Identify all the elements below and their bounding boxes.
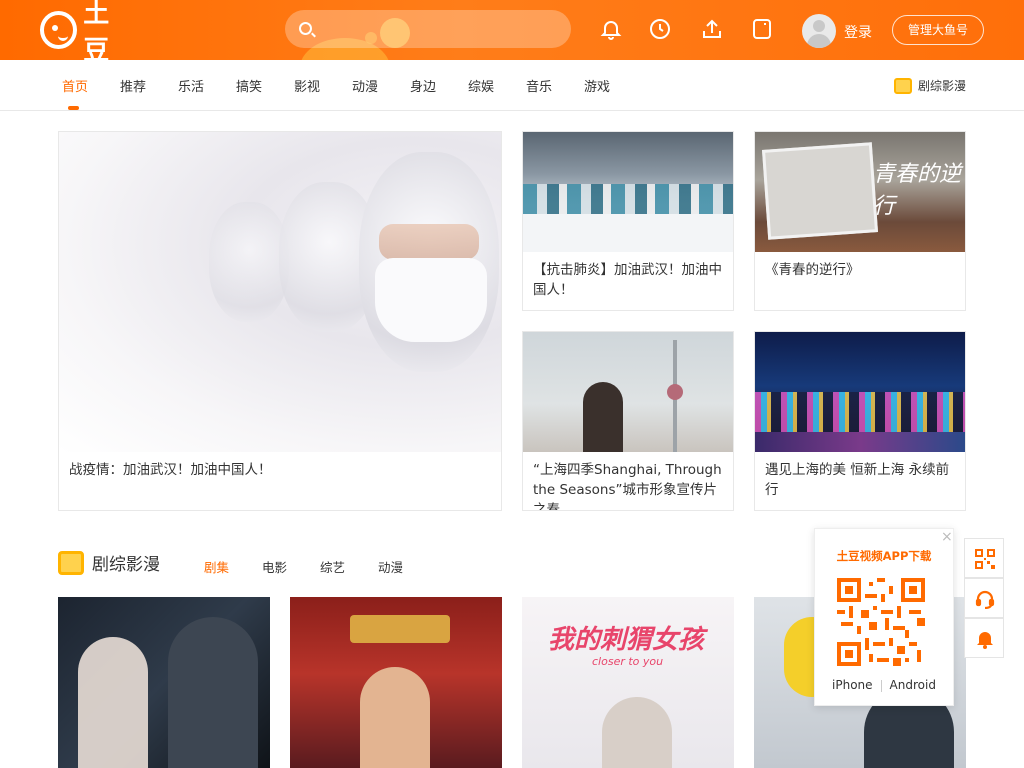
title-art: 青春的逆行 — [873, 162, 962, 219]
nav-item-recommend[interactable]: 推荐 — [120, 76, 146, 95]
nav-item-anime[interactable]: 动漫 — [352, 76, 378, 95]
river-shape — [755, 432, 965, 452]
history-icon[interactable] — [648, 17, 672, 41]
tab-movies[interactable]: 电影 — [262, 557, 287, 576]
nav-item-music[interactable]: 音乐 — [526, 76, 552, 95]
nav-item-nearby[interactable]: 身边 — [410, 76, 436, 95]
hero-caption[interactable]: 战疫情：加油武汉！加油中国人！ — [69, 460, 491, 480]
search-box[interactable] — [285, 10, 571, 48]
login-link[interactable]: 登录 — [844, 22, 872, 42]
qr-code-icon — [837, 577, 925, 667]
tab-anime[interactable]: 动漫 — [378, 557, 403, 576]
skyline-lights-shape — [755, 392, 965, 432]
manage-dayu-button[interactable]: 管理大鱼号 — [892, 15, 984, 45]
platform-links: iPhone Android — [815, 678, 953, 692]
medical-staff-shape — [523, 184, 733, 214]
section-title[interactable]: 剧综影漫 — [58, 550, 160, 575]
nav-item-funny[interactable]: 搞笑 — [236, 76, 262, 95]
qr-code-icon — [975, 549, 995, 569]
figure-shape — [209, 202, 289, 322]
iphone-link[interactable]: iPhone — [832, 678, 873, 692]
video-thumbnail[interactable]: 青春的逆行 — [755, 132, 965, 252]
bell-icon[interactable] — [599, 17, 623, 41]
search-input[interactable] — [321, 10, 561, 48]
app-icon[interactable] — [750, 17, 774, 41]
actress-shape — [78, 637, 148, 768]
app-download-popup: × 土豆视频APP下载 iPhone Android — [814, 528, 954, 706]
tab-variety[interactable]: 综艺 — [320, 557, 345, 576]
logo-text: 土豆 — [83, 0, 111, 60]
nav-drama-link[interactable]: 剧综影漫 — [894, 77, 966, 94]
tv-icon — [894, 77, 912, 94]
headset-icon — [975, 590, 995, 609]
android-link[interactable]: Android — [890, 678, 936, 692]
video-caption[interactable]: 遇见上海的美 恒新上海 永续前行 — [765, 460, 955, 500]
goggles-shape — [379, 224, 479, 260]
poster-card[interactable] — [290, 597, 502, 768]
nav-drama-label: 剧综影漫 — [918, 79, 967, 93]
bell-icon — [977, 632, 993, 649]
side-qr-button[interactable] — [964, 538, 1004, 578]
hero-thumbnail[interactable] — [59, 132, 501, 452]
video-thumbnail[interactable] — [523, 132, 733, 252]
video-card[interactable]: 遇见上海的美 恒新上海 永续前行 — [754, 331, 966, 511]
poster-subtitle: closer to you — [592, 655, 664, 668]
nav-item-film[interactable]: 影视 — [294, 76, 320, 95]
poster-title: 我的刺猬女孩 — [548, 625, 705, 655]
tab-series[interactable]: 剧集 — [204, 557, 229, 576]
nav-item-variety[interactable]: 综娱 — [468, 76, 494, 95]
upload-icon[interactable] — [700, 17, 724, 41]
close-icon[interactable]: × — [941, 529, 953, 545]
nav-item-home[interactable]: 首页 — [62, 76, 88, 95]
photo-collage-shape — [761, 142, 879, 240]
popup-title: 土豆视频APP下载 — [836, 549, 932, 563]
person-shape — [583, 382, 623, 452]
video-caption[interactable]: 【抗击肺炎】加油武汉！加油中国人！ — [533, 260, 723, 300]
poster-card[interactable]: 我的刺猬女孩 closer to you — [522, 597, 734, 768]
active-tab-indicator — [68, 106, 79, 110]
section-title-text: 剧综影漫 — [92, 555, 160, 575]
poster-card[interactable] — [58, 597, 270, 768]
nav-item-games[interactable]: 游戏 — [584, 76, 610, 95]
video-thumbnail[interactable] — [523, 332, 733, 452]
video-caption[interactable]: “上海四季Shanghai, Through the Seasons”城市形象宣… — [533, 460, 723, 510]
tower-sphere-shape — [667, 384, 683, 400]
actor-shape — [602, 697, 672, 768]
divider — [880, 679, 882, 692]
side-support-button[interactable] — [964, 578, 1004, 618]
nav-item-lifestyle[interactable]: 乐活 — [178, 76, 204, 95]
search-icon[interactable] — [299, 22, 312, 35]
coats-shape — [523, 214, 733, 252]
side-notify-button[interactable] — [964, 618, 1004, 658]
logo[interactable]: 土豆 — [40, 0, 136, 60]
video-card[interactable]: 【抗击肺炎】加油武汉！加油中国人！ — [522, 131, 734, 311]
channel-nav: 首页 推荐 乐活 搞笑 影视 动漫 身边 综娱 音乐 游戏 剧综影漫 — [0, 60, 1024, 111]
sign-shape — [350, 615, 450, 643]
actor-shape — [360, 667, 430, 768]
mask-shape — [375, 258, 487, 342]
actor-shape — [168, 617, 258, 768]
video-card[interactable]: “上海四季Shanghai, Through the Seasons”城市形象宣… — [522, 331, 734, 511]
top-bar: 土豆 登录 管理大鱼号 — [0, 0, 1024, 60]
logo-icon — [40, 11, 78, 49]
hero-card[interactable]: 战疫情：加油武汉！加油中国人！ — [58, 131, 502, 511]
avatar[interactable] — [802, 14, 836, 48]
video-caption[interactable]: 《青春的逆行》 — [765, 260, 955, 280]
video-card[interactable]: 青春的逆行 《青春的逆行》 — [754, 131, 966, 311]
tv-icon — [58, 550, 84, 575]
video-thumbnail[interactable] — [755, 332, 965, 452]
